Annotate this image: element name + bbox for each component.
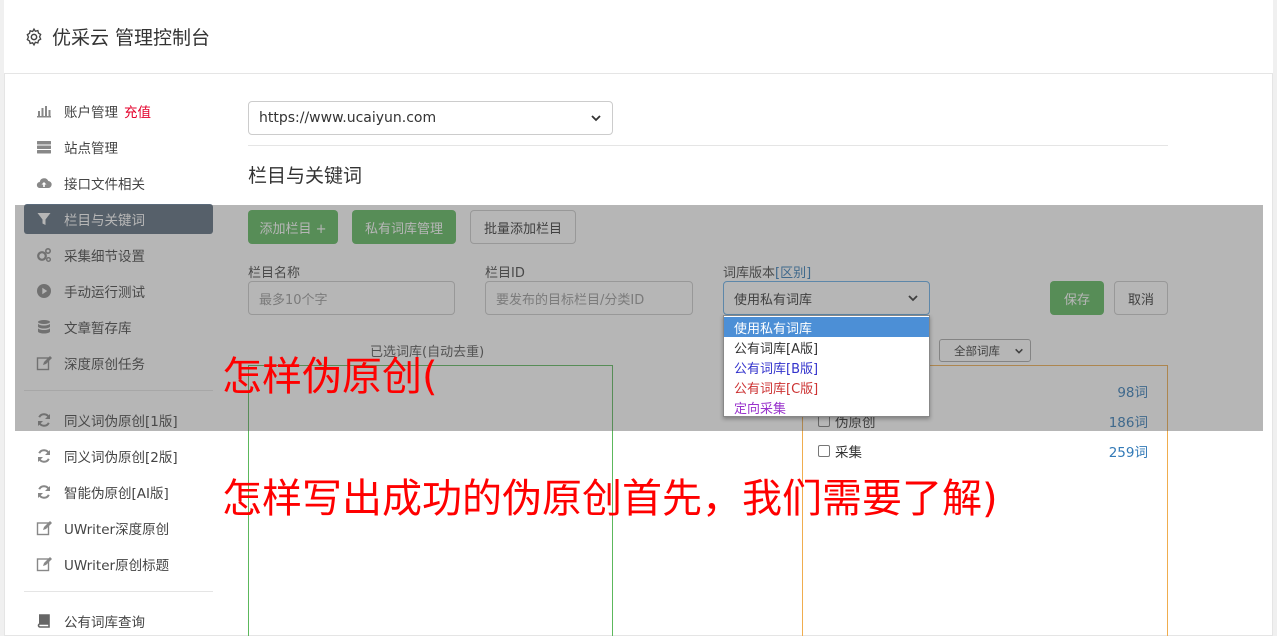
dropdown-option-directed[interactable]: 定向采集 [724,397,929,417]
sidebar-item-uwriter-title[interactable]: UWriter原创标题 [24,549,213,579]
chevron-down-icon [591,115,601,122]
page-title: 优采云 管理控制台 [52,27,211,49]
site-select-value: https://www.ucaiyun.com [259,110,437,126]
sidebar-item-account[interactable]: 账户管理 充值 [24,96,213,126]
overlay-caption-line2: 怎样写出成功的伪原创首先，我们需要了解) [222,476,998,522]
dim-overlay [15,205,1263,431]
refresh-icon [35,448,52,465]
cloud-upload-icon [35,175,52,192]
dropdown-option-private[interactable]: 使用私有词库 [724,317,929,337]
edit-icon [35,556,52,573]
book-icon [35,613,52,630]
sidebar-divider [24,591,213,592]
server-icon [35,139,52,156]
bar-chart-icon [35,103,52,120]
sidebar-item-label: UWriter原创标题 [64,558,170,574]
site-select[interactable]: https://www.ucaiyun.com [248,101,613,135]
sidebar-item-label: 接口文件相关 [64,177,145,193]
dropdown-option-public-b[interactable]: 公有词库[B版] [724,357,929,377]
page-header: 优采云 管理控制台 [4,0,1273,74]
sidebar-item-sites[interactable]: 站点管理 [24,132,213,162]
sidebar-item-uwriter-deep[interactable]: UWriter深度原创 [24,513,213,543]
sidebar-item-label: 公有词库查询 [64,615,145,631]
dropdown-option-public-c[interactable]: 公有词库[C版] [724,377,929,397]
dropdown-option-public-a[interactable]: 公有词库[A版] [724,337,929,357]
library-checkbox[interactable] [818,445,830,457]
sidebar-item-label: 账户管理 [64,105,118,121]
recharge-link[interactable]: 充值 [124,101,151,121]
section-title: 栏目与关键词 [248,165,363,187]
sidebar-item-interface[interactable]: 接口文件相关 [24,168,213,198]
sidebar-item-ai-rewrite[interactable]: 智能伪原创[AI版] [24,477,213,507]
sidebar-item-label: 同义词伪原创[2版] [64,450,178,466]
overlay-caption-line1: 怎样伪原创( [222,354,438,400]
sidebar-item-label: 智能伪原创[AI版] [64,486,169,502]
section-divider [248,145,1168,146]
version-dropdown-list[interactable]: 使用私有词库 公有词库[A版] 公有词库[B版] 公有词库[C版] 定向采集 [723,315,930,417]
sidebar-item-label: 站点管理 [64,141,118,157]
sidebar-item-synonym-v2[interactable]: 同义词伪原创[2版] [24,441,213,471]
refresh-icon [35,484,52,501]
edit-icon [35,520,52,537]
sidebar-item-public-lib[interactable]: 公有词库查询 [24,606,213,636]
library-item[interactable]: 采集 259词 [818,441,1148,461]
library-count: 259词 [1108,445,1148,461]
library-label: 采集 [835,445,862,461]
sidebar-item-label: UWriter深度原创 [64,522,170,538]
gear-icon [26,27,42,46]
